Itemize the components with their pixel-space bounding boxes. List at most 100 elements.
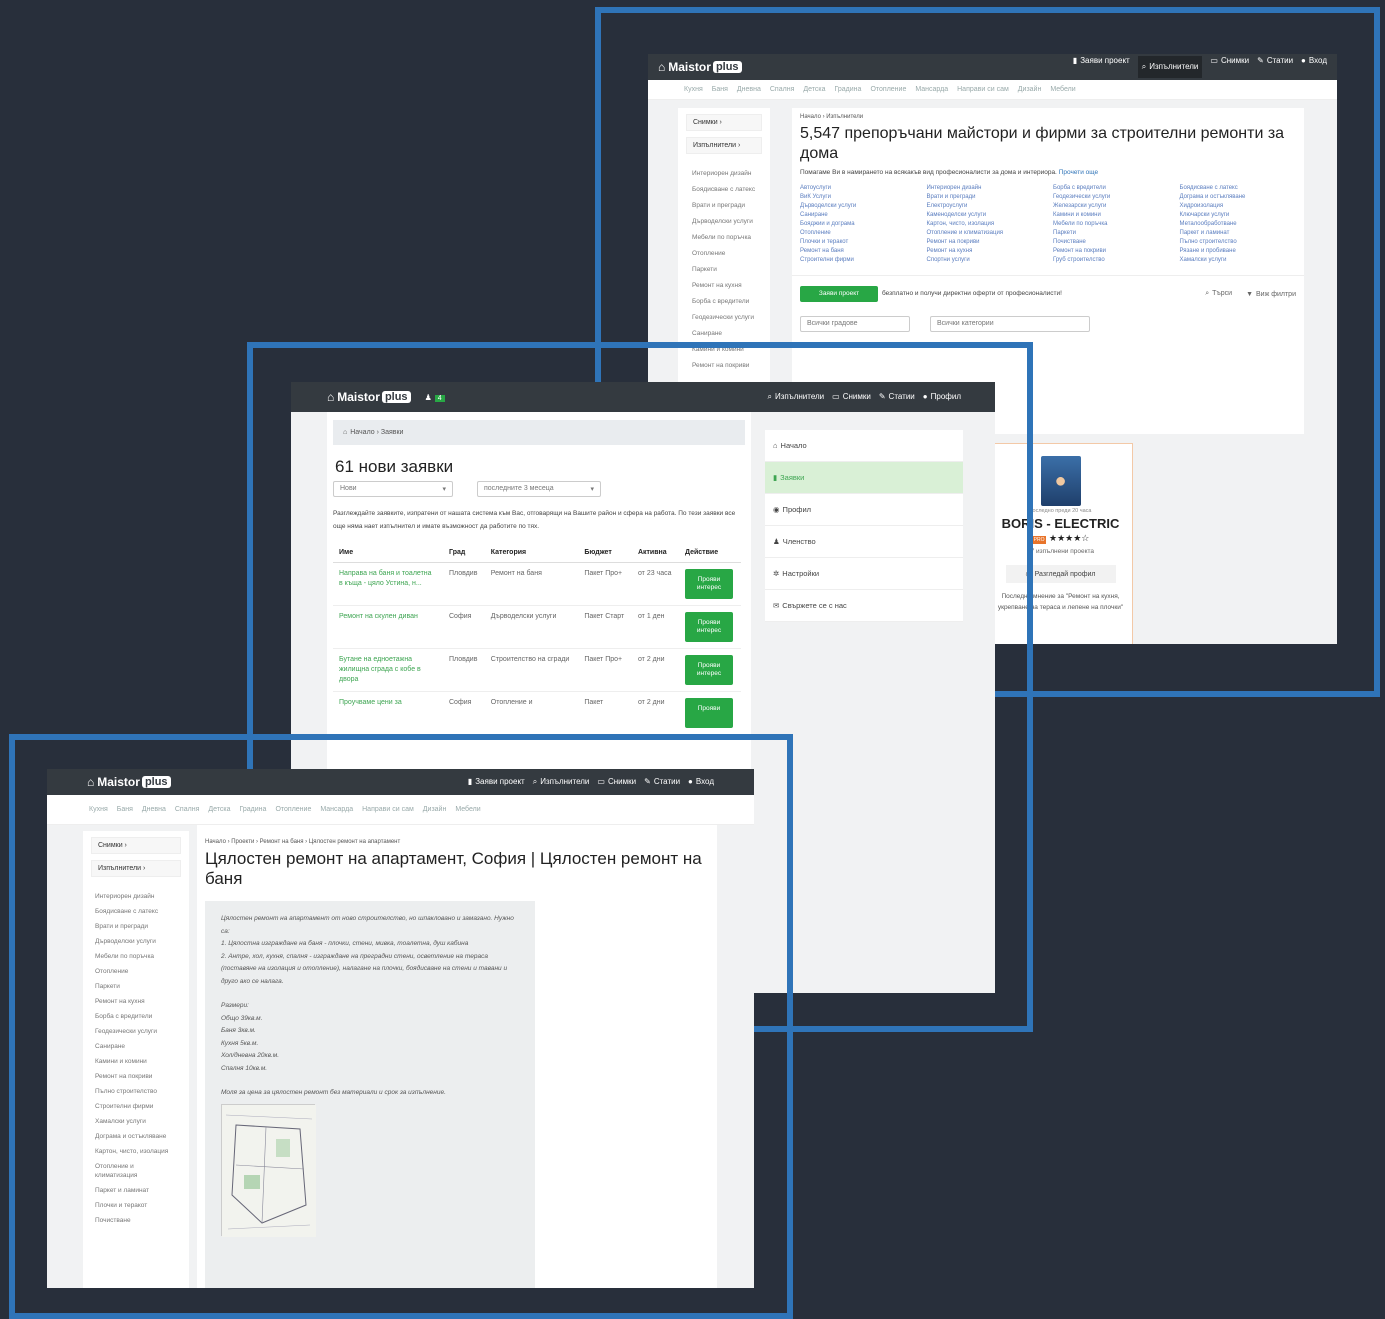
nav-articles[interactable]: ✎ Статии (644, 777, 680, 787)
nav-pros[interactable]: ⌕ Изпълнители (533, 777, 590, 787)
category-item[interactable]: ВиК Услуги (800, 193, 917, 202)
category-link[interactable]: Мебели (1050, 86, 1075, 93)
sidebar-item[interactable]: Плочки и теракот (83, 1198, 189, 1213)
category-item[interactable]: Камини и комини (1053, 211, 1170, 220)
show-interest-button[interactable]: Прояви интерес (685, 655, 733, 685)
category-item[interactable]: Плочки и теракот (800, 238, 917, 247)
category-link[interactable]: Градина (240, 806, 267, 813)
sidebar-item[interactable]: Ремонт на покриви (83, 1069, 189, 1084)
cta-button[interactable]: Заяви проект (800, 286, 878, 302)
sidebar-item[interactable]: Мебели по поръчка (83, 949, 189, 964)
search-link[interactable]: ⌕ Търси (1205, 290, 1232, 298)
category-link[interactable]: Направи си сам (957, 86, 1009, 93)
sidebar-item[interactable]: Саниране (678, 326, 770, 342)
sidebar-item[interactable]: Паркети (83, 979, 189, 994)
category-select[interactable]: Всички категории (930, 316, 1090, 332)
category-link[interactable]: Дизайн (423, 806, 447, 813)
sidebar-item[interactable]: Пълно строителство (83, 1084, 189, 1099)
logo[interactable]: ⌂ Maistor plus (87, 775, 171, 789)
sidebar-item[interactable]: Борба с вредители (678, 294, 770, 310)
category-link[interactable]: Мансарда (915, 86, 948, 93)
category-item[interactable]: Каменоделски услуги (927, 211, 1044, 220)
category-item[interactable]: Ремонт на покриви (1053, 247, 1170, 256)
category-item[interactable]: Рязане и пробиване (1180, 247, 1297, 256)
logo[interactable]: ⌂ Maistor plus (327, 390, 411, 404)
category-link[interactable]: Дизайн (1018, 86, 1042, 93)
sidebar-item[interactable]: Интериорен дизайн (678, 166, 770, 182)
sidebar-item[interactable]: Геодезически услуги (678, 310, 770, 326)
category-item[interactable]: Дърводелски услуги (800, 202, 917, 211)
nav-profile[interactable]: ● Профил (923, 392, 961, 402)
category-item[interactable]: Металообработване (1180, 220, 1297, 229)
sidebar-item[interactable]: Дограма и остъкляване (83, 1129, 189, 1144)
category-item[interactable]: Автоуслуги (800, 184, 917, 193)
sidebar-item[interactable]: Почистване (83, 1213, 189, 1228)
sidebar-item[interactable]: Боядисване с латекс (678, 182, 770, 198)
category-link[interactable]: Дневна (142, 806, 166, 813)
sidebar-item[interactable]: Картон, чисто, изолация (83, 1144, 189, 1159)
category-item[interactable]: Паркет и ламинат (1180, 229, 1297, 238)
category-item[interactable]: Хамалски услуги (1180, 256, 1297, 265)
request-name[interactable]: Проучваме цени за (333, 691, 443, 735)
nav-requests[interactable]: ▮ Заяви проект (468, 777, 525, 787)
sidebar-item[interactable]: Боядисване с латекс (83, 904, 189, 919)
city-select[interactable]: Всички градове (800, 316, 910, 332)
category-item[interactable]: Саниране (800, 211, 917, 220)
nav-login[interactable]: ● Вход (688, 777, 714, 787)
nav-articles[interactable]: ✎ Статии (1257, 56, 1293, 78)
category-item[interactable]: Почистване (1053, 238, 1170, 247)
category-item[interactable]: Мебели по поръчка (1053, 220, 1170, 229)
side-menu-item[interactable]: ✉ Свържете се с нас (765, 590, 963, 622)
nav-login[interactable]: ● Вход (1301, 56, 1327, 78)
category-item[interactable]: Хидроизолация (1180, 202, 1297, 211)
category-item[interactable]: Груб строителство (1053, 256, 1170, 265)
sidebar-item[interactable]: Дърводелски услуги (83, 934, 189, 949)
sidebar-item[interactable]: Паркети (678, 262, 770, 278)
category-link[interactable]: Направи си сам (362, 806, 414, 813)
category-item[interactable]: Железарски услуги (1053, 202, 1170, 211)
category-link[interactable]: Мансарда (320, 806, 353, 813)
category-link[interactable]: Отопление (275, 806, 311, 813)
sidebar-item[interactable]: Ремонт на кухня (678, 278, 770, 294)
category-item[interactable]: Отопление и климатизация (927, 229, 1044, 238)
category-item[interactable]: Бояджии и дограма (800, 220, 917, 229)
nav-pros[interactable]: ⌕ Изпълнители (1137, 56, 1203, 78)
nav-photos[interactable]: ▭ Снимки (1210, 56, 1249, 78)
category-item[interactable]: Пълно строителство (1180, 238, 1297, 247)
side-menu-item[interactable]: ▮ Заявки (765, 462, 963, 494)
side-pros-button[interactable]: Изпълнители › (686, 137, 762, 154)
category-link[interactable]: Кухня (684, 86, 703, 93)
category-link[interactable]: Баня (117, 806, 133, 813)
show-interest-button[interactable]: Прояви (685, 698, 733, 728)
status-select[interactable]: Нови ▾ (333, 481, 453, 497)
category-link[interactable]: Баня (712, 86, 728, 93)
category-item[interactable]: Спортни услуги (927, 256, 1044, 265)
category-item[interactable]: Строителни фирми (800, 256, 917, 265)
sidebar-item[interactable]: Интериорен дизайн (83, 889, 189, 904)
side-photos-button[interactable]: Снимки › (91, 837, 181, 854)
category-link[interactable]: Кухня (89, 806, 108, 813)
nav-photos[interactable]: ▭ Снимки (832, 392, 871, 402)
sidebar-item[interactable]: Борба с вредители (83, 1009, 189, 1024)
sidebar-item[interactable]: Отопление (678, 246, 770, 262)
category-link[interactable]: Мебели (455, 806, 480, 813)
sidebar-item[interactable]: Мебели по поръчка (678, 230, 770, 246)
request-name[interactable]: Направа на баня и тоалетна в къща - цяло… (333, 562, 443, 606)
category-item[interactable]: Боядисване с латекс (1180, 184, 1297, 193)
category-item[interactable]: Картон, чисто, изолация (927, 220, 1044, 229)
sidebar-item[interactable]: Дърводелски услуги (678, 214, 770, 230)
category-link[interactable]: Градина (835, 86, 862, 93)
category-item[interactable]: Врати и прегради (927, 193, 1044, 202)
side-menu-item[interactable]: ♟ Членство (765, 526, 963, 558)
sidebar-item[interactable]: Врати и прегради (83, 919, 189, 934)
category-item[interactable]: Електроуслуги (927, 202, 1044, 211)
category-item[interactable]: Борба с вредители (1053, 184, 1170, 193)
category-item[interactable]: Ремонт на кухня (927, 247, 1044, 256)
category-link[interactable]: Дневна (737, 86, 761, 93)
read-more-link[interactable]: Прочети още (1059, 169, 1098, 176)
filters-link[interactable]: ▼ Виж филтри (1246, 291, 1296, 298)
sidebar-item[interactable]: Геодезически услуги (83, 1024, 189, 1039)
category-item[interactable]: Геодезически услуги (1053, 193, 1170, 202)
sidebar-item[interactable]: Саниране (83, 1039, 189, 1054)
floor-plan-image[interactable] (221, 1103, 316, 1237)
